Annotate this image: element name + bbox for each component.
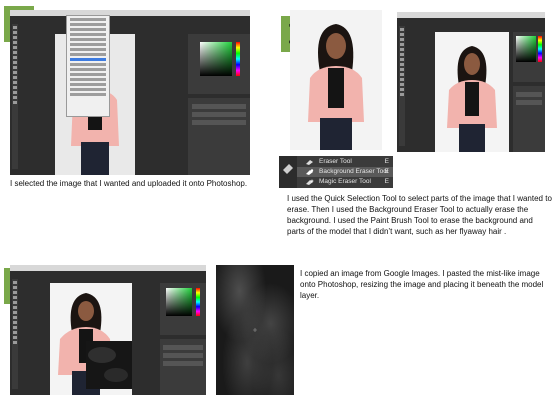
layers-panel	[160, 339, 206, 395]
layers-panel	[188, 98, 250, 175]
background-eraser-tool-item[interactable]: Background Eraser Tool E	[297, 167, 393, 177]
step-3-photoshop-screenshot	[10, 265, 206, 395]
step-1-photoshop-screenshot	[10, 10, 250, 175]
eraser-tool-flyout: Eraser Tool E Background Eraser Tool E Mag…	[279, 156, 393, 188]
toolbox	[12, 24, 18, 169]
step-2-photoshop-screenshot	[397, 12, 545, 152]
menu-bar	[10, 10, 250, 16]
menu-bar	[10, 265, 206, 271]
background-eraser-icon	[306, 169, 314, 175]
step-2-caption: I used the Quick Selection Tool to selec…	[287, 194, 552, 236]
color-panel	[513, 32, 545, 82]
step-1-caption: I selected the image that I wanted and u…	[10, 179, 248, 188]
color-panel	[160, 283, 206, 335]
color-panel	[188, 34, 250, 94]
image-dropdown-menu	[66, 15, 110, 117]
step-2-model-photo	[290, 10, 382, 150]
magic-eraser-tool-item[interactable]: Magic Eraser Tool E	[297, 177, 393, 187]
canvas	[435, 32, 509, 152]
tool-slot	[279, 156, 297, 188]
model-with-mist	[58, 293, 132, 395]
toolbox	[399, 26, 405, 146]
mist-texture-image	[216, 265, 294, 395]
eraser-icon	[306, 160, 313, 165]
toolbox	[12, 279, 18, 389]
layers-panel	[513, 86, 545, 152]
eraser-tool-item[interactable]: Eraser Tool E	[297, 157, 393, 167]
canvas	[50, 283, 132, 395]
model-photo	[447, 46, 497, 152]
magic-eraser-icon	[306, 179, 314, 185]
step-3-caption: I copied an image from Google Images. I …	[300, 269, 544, 300]
menu-bar	[397, 12, 545, 18]
